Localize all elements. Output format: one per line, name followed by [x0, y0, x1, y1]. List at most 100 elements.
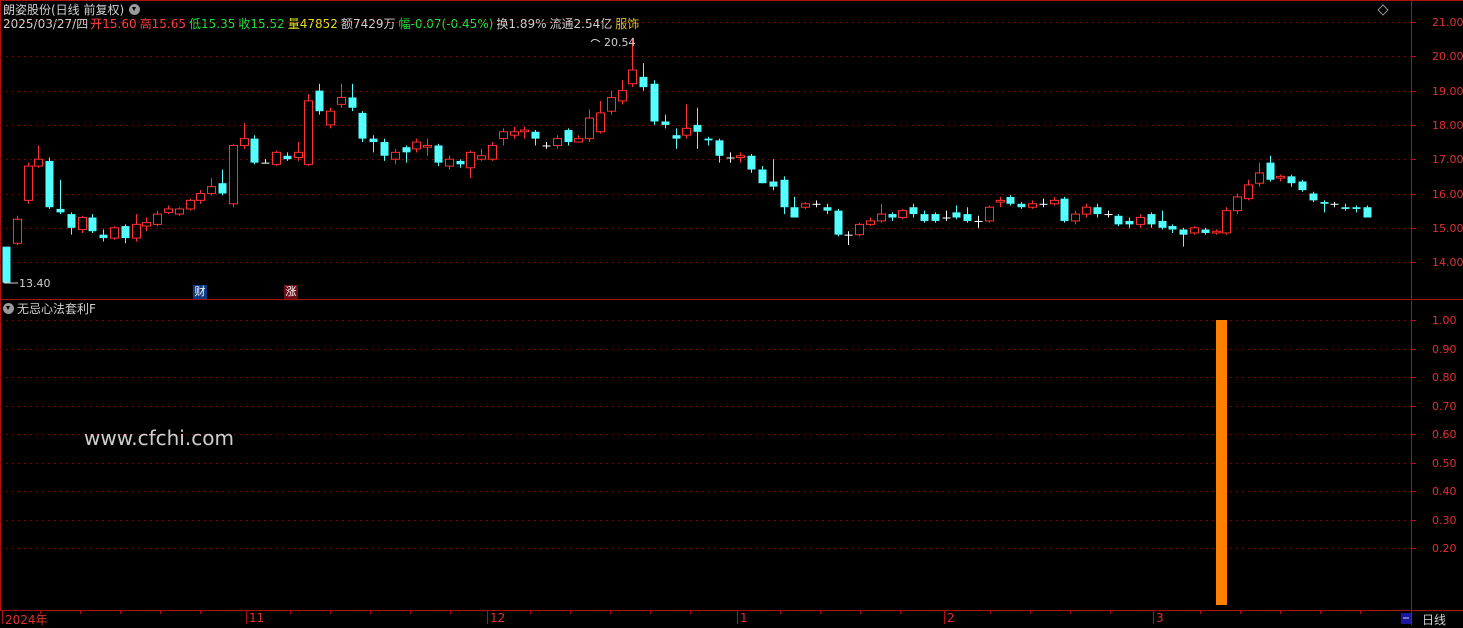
candle-body — [445, 158, 454, 167]
candle-body — [1352, 207, 1361, 209]
indicator-tick-label: 0.30 — [1432, 513, 1457, 527]
candle — [402, 145, 411, 163]
candle — [1298, 179, 1307, 192]
candle — [2, 246, 11, 283]
candle-body — [229, 144, 238, 205]
candle-body — [1136, 217, 1145, 225]
candle-body — [596, 112, 605, 133]
candle-body — [1028, 203, 1037, 208]
candle — [1244, 179, 1253, 201]
candle-body — [747, 155, 756, 170]
candle-body — [1255, 172, 1264, 184]
candle — [1233, 193, 1242, 215]
candle-body — [704, 138, 713, 141]
candle — [1006, 195, 1015, 206]
candle-body — [1233, 196, 1242, 212]
candle-body — [639, 76, 648, 88]
candle-body — [56, 208, 65, 213]
candle — [585, 109, 594, 143]
candle — [13, 215, 22, 245]
indicator-dropdown-icon[interactable] — [3, 303, 14, 314]
candle-body — [283, 155, 292, 160]
candle — [1222, 207, 1231, 235]
indicator-title[interactable]: 无忌心法套利F — [17, 302, 96, 316]
candle-body — [1309, 193, 1318, 201]
candle-body — [628, 69, 637, 85]
price-gridlines — [0, 22, 1411, 263]
candle-body — [78, 217, 87, 231]
candle — [186, 198, 195, 211]
candle-body — [391, 151, 400, 160]
kline-chart[interactable] — [0, 0, 1463, 625]
candle — [704, 136, 713, 146]
candle — [790, 196, 799, 218]
indicator-title-row: 无忌心法套利F — [3, 302, 99, 316]
candle-body — [326, 110, 335, 126]
candle — [639, 63, 648, 91]
candle — [888, 212, 897, 221]
low-annotation: 13.40 — [19, 277, 51, 290]
candle-body — [132, 223, 141, 239]
time-tick-label: 1 — [740, 611, 748, 625]
period-label[interactable]: 日线 — [1422, 611, 1446, 628]
candle-body — [855, 223, 864, 236]
candle-body — [142, 222, 151, 227]
candle — [229, 143, 238, 208]
candle — [121, 224, 130, 244]
candle-body — [13, 218, 22, 244]
candle-body — [790, 207, 799, 218]
candle-body — [942, 217, 951, 219]
candle-body — [186, 199, 195, 210]
candle — [24, 162, 33, 204]
candle — [423, 138, 432, 156]
candle-body — [585, 117, 594, 140]
candle-body — [553, 138, 562, 146]
candle — [1341, 203, 1350, 211]
candle-body — [196, 193, 205, 201]
price-tick-label: 16.00 — [1432, 187, 1463, 201]
diamond-icon[interactable] — [1377, 4, 1389, 16]
candle — [1363, 205, 1372, 218]
candle-body — [88, 217, 97, 232]
indicator-tick-label: 0.40 — [1432, 484, 1457, 498]
candle — [326, 107, 335, 129]
candle-body — [294, 151, 303, 158]
chart-frame — [0, 0, 1463, 625]
price-tick-label: 18.00 — [1432, 118, 1463, 132]
candle — [1287, 174, 1296, 187]
candle — [315, 83, 324, 115]
candle-body — [758, 169, 767, 184]
candle-body — [1212, 230, 1221, 234]
candle — [920, 210, 929, 223]
candle — [1050, 196, 1059, 206]
candle — [1255, 162, 1264, 187]
candle-body — [1039, 203, 1048, 205]
candle — [855, 222, 864, 237]
candle-body — [218, 183, 227, 194]
candle — [1147, 212, 1156, 228]
candle — [175, 207, 184, 216]
finance-badge[interactable]: 财 — [193, 285, 207, 299]
candle — [963, 207, 972, 223]
candle-body — [1158, 220, 1167, 228]
candle — [412, 138, 421, 153]
candle-body — [121, 226, 130, 239]
candle-body — [207, 186, 216, 194]
candle — [369, 135, 378, 153]
price-tick-label: 15.00 — [1432, 221, 1463, 235]
candle-body — [250, 138, 259, 163]
candle — [488, 142, 497, 161]
candle-body — [574, 138, 583, 143]
rise-badge[interactable]: 涨 — [284, 285, 298, 299]
candle — [272, 150, 281, 167]
candle — [250, 135, 259, 165]
candle — [985, 205, 994, 223]
candle-body — [985, 206, 994, 222]
candle — [942, 210, 951, 221]
price-tick-label: 17.00 — [1432, 152, 1463, 166]
time-tick-label: 2 — [947, 611, 955, 625]
candle — [726, 152, 735, 163]
candle-body — [834, 210, 843, 235]
candle-body — [1006, 196, 1015, 204]
candle — [542, 142, 551, 149]
